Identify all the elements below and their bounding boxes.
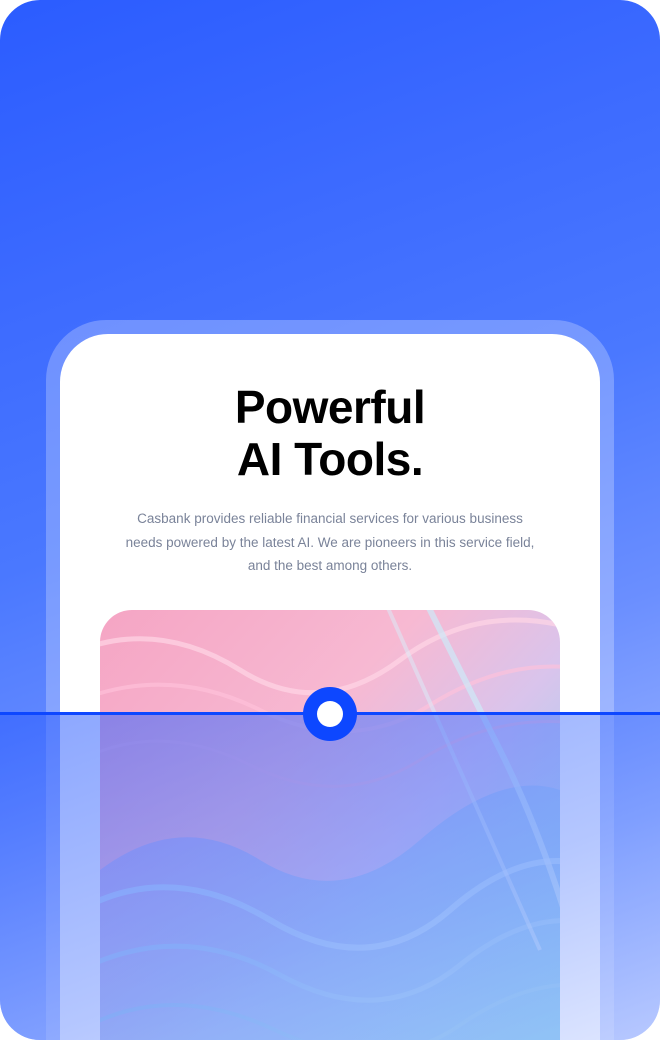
hero-image bbox=[100, 610, 560, 1040]
device-frame-outer: Powerful AI Tools. Casbank provides reli… bbox=[46, 320, 614, 1040]
hero-heading: Powerful AI Tools. bbox=[235, 382, 425, 485]
promo-card: Powerful AI Tools. Casbank provides reli… bbox=[0, 0, 660, 1040]
hero-heading-line-2: AI Tools. bbox=[235, 434, 425, 486]
comparison-slider-handle[interactable] bbox=[303, 687, 357, 741]
marble-texture-icon bbox=[100, 610, 560, 1040]
hero-heading-line-1: Powerful bbox=[235, 382, 425, 434]
hero-description: Casbank provides reliable financial serv… bbox=[100, 507, 560, 578]
